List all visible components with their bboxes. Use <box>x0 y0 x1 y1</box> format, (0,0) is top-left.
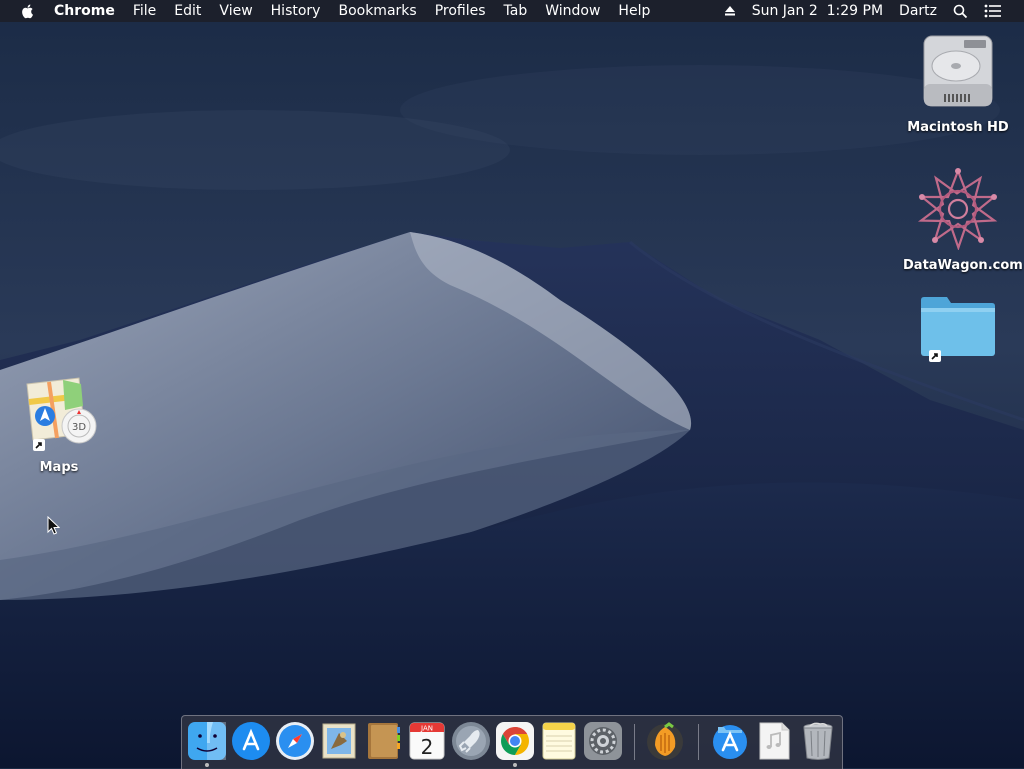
chrome-icon <box>496 722 534 760</box>
dock-safari[interactable] <box>275 721 315 761</box>
trash-icon <box>803 722 833 760</box>
desktop-icon-label <box>903 364 1013 380</box>
dock-launchpad[interactable] <box>451 721 491 761</box>
eject-icon[interactable] <box>724 5 736 17</box>
menu-window[interactable]: Window <box>545 3 600 19</box>
desktop-icon-datawagon[interactable]: DataWagon.com <box>903 167 1023 274</box>
running-indicator <box>513 763 517 767</box>
dock-calendar[interactable]: JAN 2 <box>407 721 447 761</box>
dock-separator <box>698 724 699 760</box>
dock-separator <box>634 724 635 760</box>
menu-bar: Chrome File Edit View History Bookmarks … <box>0 0 1024 22</box>
dock-contacts[interactable] <box>363 721 403 761</box>
running-indicator <box>205 763 209 767</box>
desktop-icon-maps[interactable]: 3D Maps <box>4 376 114 476</box>
alias-arrow-icon <box>929 350 941 362</box>
finder-icon <box>188 722 226 760</box>
dock: JAN 2 <box>181 715 843 769</box>
desktop-icon-label: DataWagon.com <box>903 258 1023 273</box>
calendar-month: JAN <box>420 725 433 733</box>
system-preferences-icon <box>584 722 622 760</box>
dock-applications-folder[interactable] <box>710 721 750 761</box>
menu-bookmarks[interactable]: Bookmarks <box>338 3 416 19</box>
dock-app-store[interactable] <box>231 721 271 761</box>
menu-extras: Sun Jan 2 1:29 PM Dartz <box>724 0 1024 22</box>
notification-center-icon[interactable] <box>984 4 1002 18</box>
launchpad-icon <box>452 722 490 760</box>
applications-folder-icon <box>713 725 747 759</box>
app-store-icon <box>232 722 270 760</box>
menu-app-chrome[interactable]: Chrome <box>54 3 115 19</box>
mouse-pointer-icon <box>47 516 60 535</box>
dock-fl-studio[interactable] <box>645 721 685 761</box>
desktop-icon-folder[interactable] <box>903 294 1013 380</box>
menu-view[interactable]: View <box>219 3 252 19</box>
dock-chrome[interactable] <box>495 721 535 767</box>
dock-trash[interactable] <box>798 721 838 761</box>
mail-icon <box>322 723 356 759</box>
dock-music-document[interactable] <box>754 721 794 761</box>
menu-edit[interactable]: Edit <box>174 3 201 19</box>
desktop-icon-label: Maps <box>39 460 79 475</box>
calendar-icon: JAN 2 <box>409 722 445 760</box>
datawagon-star-icon <box>917 167 998 251</box>
menu-profiles[interactable]: Profiles <box>435 3 486 19</box>
safari-icon <box>276 722 314 760</box>
dock-finder[interactable] <box>187 721 227 767</box>
hard-drive-icon <box>923 35 993 107</box>
maps-icon: 3D <box>26 377 97 444</box>
alias-arrow-icon <box>33 439 45 451</box>
dock-system-preferences[interactable] <box>583 721 623 761</box>
desktop-icon-macintosh-hd[interactable]: Macintosh HD <box>903 32 1013 136</box>
menubar-user[interactable]: Dartz <box>899 3 937 19</box>
fl-studio-icon <box>647 722 683 760</box>
notes-icon <box>542 722 576 760</box>
dock-notes[interactable] <box>539 721 579 761</box>
menu-tab[interactable]: Tab <box>504 3 528 19</box>
svg-text:3D: 3D <box>72 422 86 433</box>
dock-mail[interactable] <box>319 721 359 761</box>
music-document-icon <box>759 722 790 760</box>
desktop-wallpaper <box>0 0 1024 768</box>
menu-help[interactable]: Help <box>618 3 650 19</box>
menubar-clock[interactable]: Sun Jan 2 1:29 PM <box>752 3 883 19</box>
menu-history[interactable]: History <box>271 3 321 19</box>
apple-logo-icon[interactable] <box>20 3 36 19</box>
calendar-day: 2 <box>421 735 434 759</box>
menu-file[interactable]: File <box>133 3 156 19</box>
spotlight-search-icon[interactable] <box>953 4 968 19</box>
contacts-icon <box>368 723 400 759</box>
desktop-icon-label: Macintosh HD <box>907 120 1009 135</box>
